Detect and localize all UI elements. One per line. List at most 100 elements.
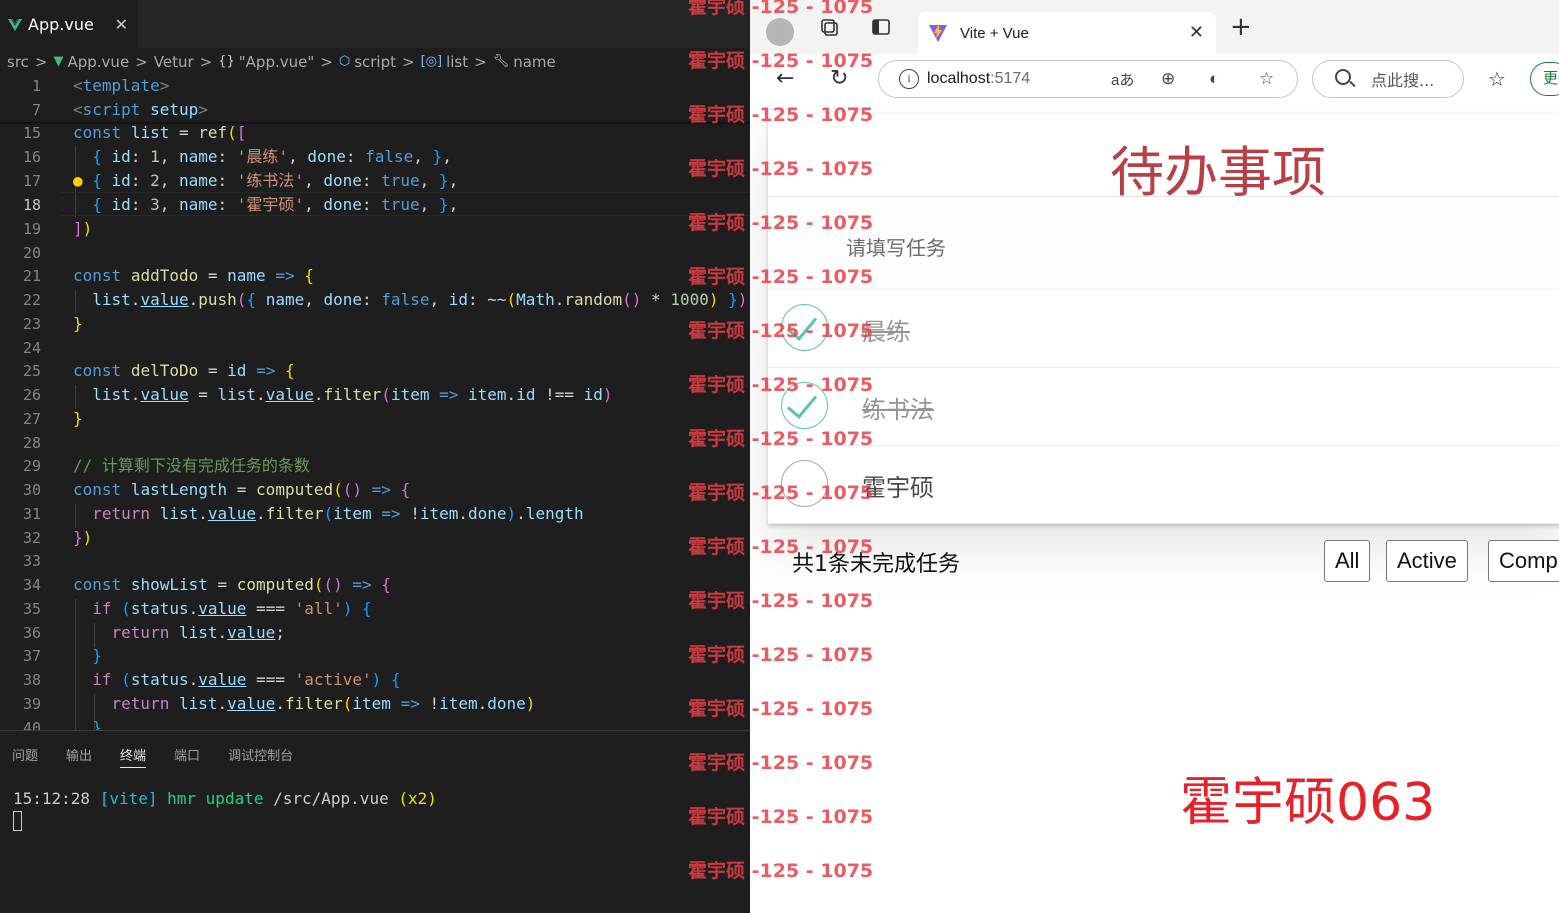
line-number: 35 <box>22 600 41 618</box>
breadcrumb-name-label: name <box>513 52 556 71</box>
code-line: 31 return list.value.filter(item => !ite… <box>0 502 750 526</box>
breadcrumb-module[interactable]: {} "App.vue" <box>218 53 314 71</box>
code-line: 34 const showList = computed(() => { <box>0 573 750 597</box>
back-arrow-icon[interactable]: ← <box>776 66 794 92</box>
code-string: '晨练' <box>236 147 289 166</box>
read-aloud-icon[interactable]: aあ <box>1111 69 1134 90</box>
breadcrumb-list[interactable]: [◎] list <box>421 53 469 71</box>
line-number: 30 <box>22 481 41 499</box>
browser-navbar: ← ↻ i localhost:5174 aあ ⊕ ◐ ☆ 点此搜... ☆ 更 <box>750 54 1559 104</box>
terminal-panel: 问题 输出 终端 端口 调试控制台 15:12:28 [vite] hmr up… <box>0 730 750 913</box>
chevron-right-icon: > <box>135 52 148 71</box>
code-string: '练书法' <box>236 171 305 190</box>
filter-completed-button[interactable]: Comp <box>1488 540 1559 582</box>
tab-app-vue[interactable]: App.vue ✕ <box>0 0 138 48</box>
line-number: 29 <box>22 457 41 475</box>
line-number: 20 <box>22 244 41 262</box>
code-line: 18 { id: 3, name: '霍宇硕', done: true, }, <box>0 193 750 217</box>
line-number: 28 <box>22 434 41 452</box>
sticky-scroll-shadow <box>0 122 750 125</box>
code-line: 28 <box>0 431 750 455</box>
chevron-right-icon: > <box>402 52 415 71</box>
collections-icon[interactable] <box>818 16 840 38</box>
info-icon[interactable]: i <box>899 69 919 89</box>
address-bar[interactable]: i localhost:5174 aあ ⊕ ◐ ☆ <box>878 60 1298 98</box>
tab-output[interactable]: 输出 <box>66 745 92 768</box>
breadcrumb-vetur[interactable]: Vetur <box>154 53 194 71</box>
profile-avatar-icon[interactable] <box>766 18 794 46</box>
todo-toggle-checkbox[interactable] <box>781 460 828 507</box>
breadcrumb-script[interactable]: ⬡ script <box>339 53 396 71</box>
tab-label: App.vue <box>28 15 94 34</box>
variable-icon: [◎] <box>420 54 443 69</box>
code-line: 23} <box>0 312 750 336</box>
filter-all-button[interactable]: All <box>1324 540 1371 582</box>
zoom-icon[interactable]: ⊕ <box>1161 69 1175 89</box>
line-number: 26 <box>22 386 41 404</box>
terminal-cursor <box>13 811 22 831</box>
tab-ports[interactable]: 端口 <box>174 745 200 768</box>
vue-icon <box>8 18 22 31</box>
url-port: :5174 <box>990 70 1031 87</box>
breadcrumb-script-label: script <box>354 52 396 71</box>
line-number: 25 <box>22 362 41 380</box>
todo-label[interactable]: 霍宇硕 <box>862 468 934 503</box>
vertical-tabs-icon[interactable] <box>870 16 892 38</box>
todo-page: 待办事项 晨练 练书法 霍宇硕 共1条未完成任务 All Active Comp… <box>750 104 1559 913</box>
lightbulb-icon[interactable]: ● <box>73 169 83 193</box>
line-number: 23 <box>22 315 41 333</box>
edge-icon[interactable]: ◐ <box>1209 69 1219 89</box>
browser-tab-strip: Vite + Vue ✕ + <box>750 0 1559 54</box>
code-line: 37 } <box>0 644 750 668</box>
code-line: 30 const lastLength = computed(() => { <box>0 478 750 502</box>
vite-icon <box>929 24 947 42</box>
code-line: 22 list.value.push({ name, done: false, … <box>0 288 750 312</box>
todo-label[interactable]: 练书法 <box>862 390 934 425</box>
tab-terminal[interactable]: 终端 <box>120 745 147 768</box>
tab-debug-console[interactable]: 调试控制台 <box>228 745 293 768</box>
chevron-right-icon: > <box>34 52 48 71</box>
line-number: 19 <box>22 220 41 238</box>
code-line: 20 <box>0 241 750 265</box>
chevron-right-icon: > <box>320 52 333 71</box>
refresh-icon[interactable]: ↻ <box>830 66 848 92</box>
todo-toggle-checkbox[interactable] <box>781 382 828 429</box>
code-bool: true <box>381 195 420 214</box>
code-line: 27} <box>0 407 750 431</box>
check-icon <box>786 309 818 341</box>
terminal-output[interactable]: 15:12:28 [vite] hmr update /src/App.vue … <box>13 789 437 808</box>
terminal-time: 15:12:28 <box>13 789 91 808</box>
favorites-icon[interactable]: ☆ <box>1488 66 1506 92</box>
todo-label[interactable]: 晨练 <box>862 312 910 347</box>
code-line: 1 <template> <box>0 74 750 98</box>
breadcrumb-name[interactable]: 🔧︎ name <box>493 53 556 71</box>
breadcrumb-file[interactable]: ▼ App.vue <box>53 53 129 71</box>
filter-active-button[interactable]: Active <box>1386 540 1468 582</box>
terminal-path: /src/App.vue <box>273 789 389 808</box>
update-button[interactable]: 更 <box>1530 62 1559 96</box>
new-tab-plus-icon[interactable]: + <box>1230 14 1252 40</box>
breadcrumb-file-label: App.vue <box>67 52 130 71</box>
tab-problems[interactable]: 问题 <box>12 745 38 768</box>
new-todo-input[interactable] <box>768 196 1559 290</box>
browser-tab-vite[interactable]: Vite + Vue ✕ <box>918 12 1216 54</box>
close-icon[interactable]: ✕ <box>1189 22 1204 43</box>
todo-app: 待办事项 晨练 练书法 霍宇硕 共1条未完成任务 All Active Comp <box>768 114 1559 582</box>
todo-toggle-checkbox[interactable] <box>781 304 828 351</box>
code-area[interactable]: 1 <template> 7 <script setup> 15 const list… <box>0 74 750 737</box>
line-number: 7 <box>31 101 41 119</box>
code-bool: true <box>381 171 420 190</box>
search-box[interactable]: 点此搜... <box>1312 60 1464 98</box>
browser-tab-title: Vite + Vue <box>960 24 1029 42</box>
panel-tabs: 问题 输出 终端 端口 调试控制台 <box>12 745 293 768</box>
line-number: 33 <box>22 552 41 570</box>
code-line: 33 <box>0 549 750 573</box>
breadcrumb-src[interactable]: src <box>7 53 29 71</box>
code-string: '霍宇硕' <box>236 195 305 214</box>
close-icon[interactable]: ✕ <box>115 15 128 34</box>
code-line: 19]) <box>0 217 750 241</box>
favorite-star-icon[interactable]: ☆ <box>1259 69 1274 89</box>
line-number: 38 <box>22 671 41 689</box>
terminal-tag: [vite] <box>99 789 158 808</box>
check-icon <box>786 387 818 419</box>
